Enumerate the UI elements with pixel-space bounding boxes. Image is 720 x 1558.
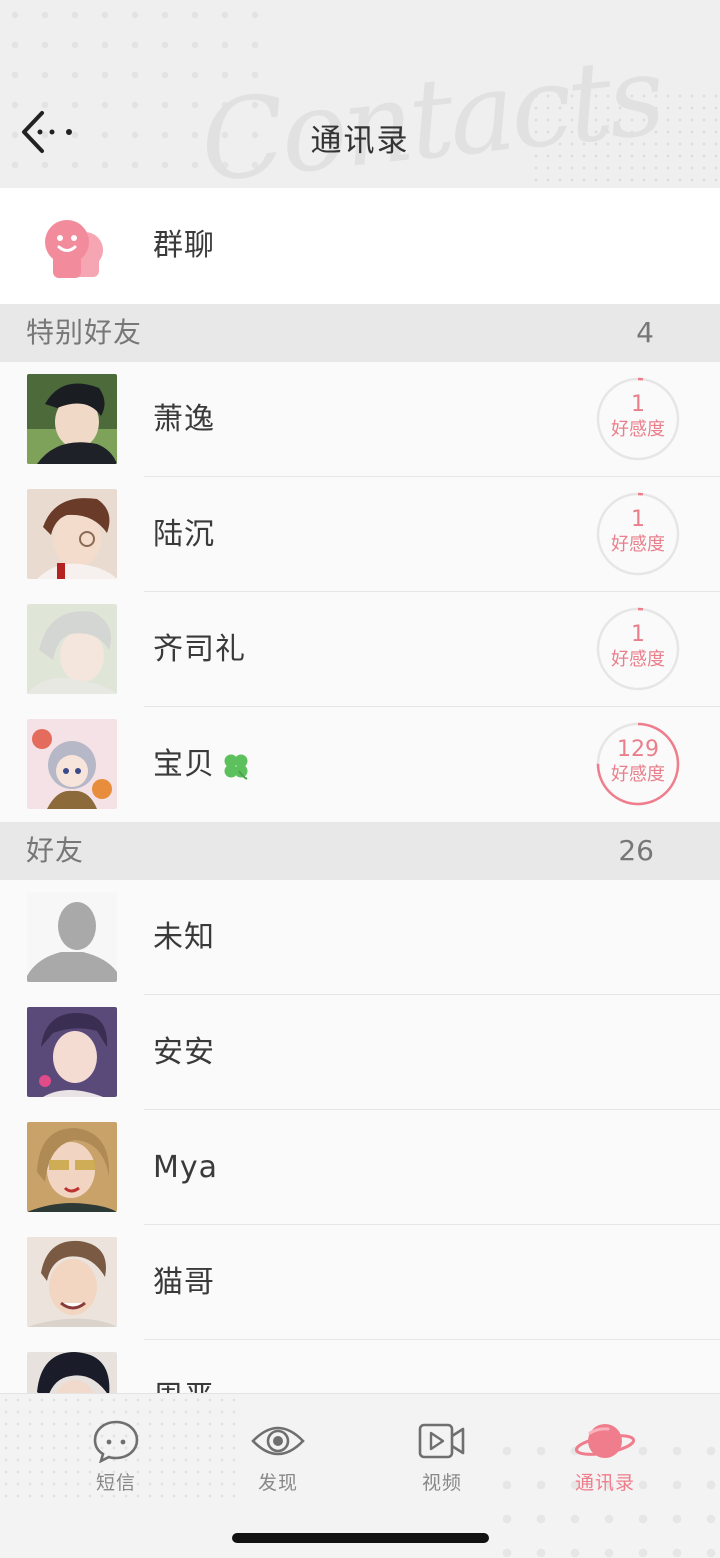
tab-label: 通讯录 bbox=[574, 1472, 635, 1494]
group-chat-row[interactable]: 群聊 bbox=[0, 188, 720, 304]
planet-icon bbox=[574, 1424, 636, 1458]
contact-name: 猫哥 bbox=[153, 1265, 215, 1300]
tab-label: 视频 bbox=[421, 1472, 462, 1494]
section-title: 好友 bbox=[26, 834, 85, 867]
group-chat-icon bbox=[27, 200, 117, 290]
affinity-ring: 129 好感度 bbox=[596, 722, 680, 806]
group-chat-label: 群聊 bbox=[153, 228, 215, 263]
avatar bbox=[27, 604, 117, 694]
affinity-ring: 1 好感度 bbox=[596, 492, 680, 576]
avatar bbox=[27, 489, 117, 579]
affinity-label: 好感度 bbox=[611, 534, 665, 555]
contact-row[interactable]: 齐司礼 1 好感度 bbox=[0, 592, 720, 707]
contact-row[interactable]: 未知 bbox=[0, 880, 720, 995]
affinity-label: 好感度 bbox=[611, 649, 665, 670]
header-watermark: Contacts bbox=[194, 31, 667, 188]
affinity-label: 好感度 bbox=[611, 764, 665, 785]
contact-row[interactable]: 宝贝 129 好感度 bbox=[0, 707, 720, 822]
tab-video[interactable]: 视频 bbox=[382, 1418, 502, 1498]
affinity-ring: 1 好感度 bbox=[596, 377, 680, 461]
contact-name: 宝贝 bbox=[153, 707, 251, 822]
contact-name: 安安 bbox=[153, 1035, 215, 1070]
contact-row[interactable]: Mya bbox=[0, 1110, 720, 1225]
tab-label: 发现 bbox=[257, 1472, 298, 1494]
contact-row[interactable]: 陆沉 1 好感度 bbox=[0, 477, 720, 592]
contact-name: Mya bbox=[153, 1150, 219, 1185]
home-indicator[interactable] bbox=[232, 1533, 489, 1543]
avatar bbox=[27, 719, 117, 809]
contact-name-text: 宝贝 bbox=[153, 747, 215, 782]
affinity-ring: 1 好感度 bbox=[596, 607, 680, 691]
video-camera-icon bbox=[418, 1423, 465, 1459]
contact-name: 陆沉 bbox=[153, 517, 215, 552]
page-title: 通讯录 bbox=[310, 123, 410, 159]
affinity-value: 1 bbox=[631, 507, 645, 532]
avatar bbox=[27, 1237, 117, 1327]
affinity-value: 1 bbox=[631, 622, 645, 647]
section-title: 特别好友 bbox=[26, 316, 143, 349]
tab-messages[interactable]: 短信 bbox=[56, 1418, 176, 1498]
contact-name: 齐司礼 bbox=[153, 632, 246, 667]
avatar bbox=[27, 892, 117, 982]
avatar bbox=[27, 1007, 117, 1097]
affinity-value: 129 bbox=[617, 737, 659, 762]
contact-row[interactable]: 萧逸 1 好感度 bbox=[0, 362, 720, 477]
contacts-list: 群聊 特别好友 4 萧逸 1 好感度 陆沉 1 好感度 齐司礼 1 好感度 宝贝… bbox=[0, 188, 720, 1455]
friends-header: 好友 26 bbox=[0, 822, 720, 880]
tab-discover[interactable]: 发现 bbox=[218, 1418, 338, 1498]
contact-name: 未知 bbox=[153, 920, 215, 955]
section-count: 4 bbox=[636, 316, 654, 349]
contact-name: 萧逸 bbox=[153, 402, 215, 437]
section-count: 26 bbox=[618, 834, 654, 867]
special-friends-header: 特别好友 4 bbox=[0, 304, 720, 362]
message-bubble-icon bbox=[93, 1420, 139, 1463]
tab-contacts[interactable]: 通讯录 bbox=[545, 1418, 665, 1498]
header: Contacts 通讯录 bbox=[0, 0, 720, 188]
tab-label: 短信 bbox=[95, 1472, 136, 1494]
avatar bbox=[27, 374, 117, 464]
contact-row[interactable]: 猫哥 bbox=[0, 1225, 720, 1340]
avatar bbox=[27, 1122, 117, 1212]
affinity-label: 好感度 bbox=[611, 419, 665, 440]
clover-icon bbox=[224, 754, 248, 780]
eye-icon bbox=[251, 1426, 305, 1456]
contact-row[interactable]: 安安 bbox=[0, 995, 720, 1110]
affinity-value: 1 bbox=[631, 392, 645, 417]
